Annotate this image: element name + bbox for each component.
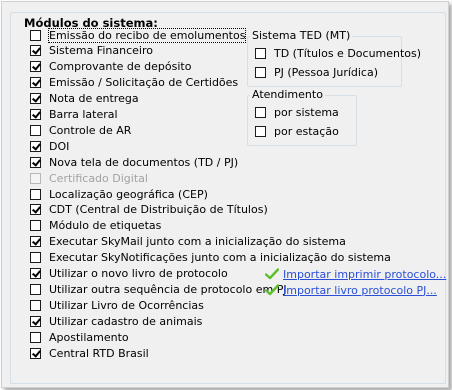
green-check-icon (265, 284, 279, 296)
module-label: Utilizar outra sequência de protocolo em… (49, 282, 287, 296)
module-option[interactable]: Sistema Financeiro (30, 44, 153, 58)
module-option[interactable]: Utilizar Livro de Ocorrências (30, 298, 204, 312)
por-sistema-checkbox[interactable] (255, 106, 266, 118)
module-option[interactable]: Executar SkyMail junto com a inicializaç… (30, 235, 346, 249)
module-checkbox[interactable] (30, 252, 41, 264)
module-checkbox[interactable] (30, 220, 41, 232)
ted-groupbox: Sistema TED (MT) TD (Títulos e Documento… (247, 29, 421, 87)
module-option[interactable]: Executar SkyNotificações junto com a ini… (30, 251, 391, 265)
module-label: Barra lateral (49, 108, 118, 121)
module-label: Certificado Digital (49, 171, 148, 185)
module-checkbox[interactable] (30, 61, 41, 73)
module-option[interactable]: Central RTD Brasil (30, 346, 149, 360)
module-label: Nota de entrega (49, 92, 139, 106)
atendimento-por-sistema-option[interactable]: por sistema (255, 105, 339, 119)
module-label: DOI (49, 139, 70, 153)
module-label: Controle de AR (49, 123, 132, 137)
module-checkbox[interactable] (30, 315, 41, 327)
module-option[interactable]: DOI (30, 139, 69, 153)
module-label: Utilizar o novo livro de protocolo (49, 267, 228, 280)
module-checkbox[interactable] (30, 188, 41, 200)
import-pj-protocol-link[interactable]: Importar livro protocolo PJ... (283, 284, 437, 297)
module-checkbox[interactable] (30, 268, 41, 279)
module-label: Emissão do recibo de emolumentos (47, 27, 247, 43)
module-checkbox[interactable] (30, 109, 41, 120)
module-option[interactable]: Localização geográfica (CEP) (30, 187, 208, 201)
module-checkbox[interactable] (30, 236, 41, 248)
atendimento-por-estacao-option[interactable]: por estação (255, 124, 339, 138)
ted-pj-option[interactable]: PJ (Pessoa Jurídica) (255, 65, 378, 79)
module-label: Módulo de etiquetas (49, 219, 162, 233)
module-checkbox[interactable] (30, 156, 41, 168)
module-option[interactable]: Barra lateral (30, 108, 118, 122)
module-checkbox[interactable] (30, 140, 41, 152)
module-option[interactable]: Utilizar o novo livro de protocolo (30, 267, 228, 281)
module-checkbox[interactable] (30, 77, 41, 89)
module-checkbox (30, 172, 41, 184)
module-option[interactable]: CDT (Central de Distribuição de Títulos) (30, 203, 268, 217)
por-estacao-label: por estação (274, 124, 339, 138)
module-option[interactable]: Nota de entrega (30, 92, 139, 106)
module-label: Executar SkyNotificações junto com a ini… (49, 251, 391, 265)
green-check-icon (265, 268, 279, 280)
atendimento-group-title: Atendimento (250, 88, 325, 101)
module-checkbox[interactable] (30, 331, 41, 343)
import-print-protocol-link[interactable]: Importar imprimir protocolo... (283, 268, 446, 281)
module-label: Utilizar cadastro de animais (49, 314, 203, 328)
module-checkbox[interactable] (30, 347, 41, 359)
ted-td-checkbox[interactable] (255, 47, 266, 59)
module-label: CDT (Central de Distribuição de Títulos) (49, 203, 268, 217)
module-label: Utilizar Livro de Ocorrências (49, 298, 204, 312)
module-label: Emissão / Solicitação de Certidões (49, 76, 239, 90)
import-pj-protocol-row: Importar livro protocolo PJ... (265, 283, 437, 297)
module-label: Sistema Financeiro (49, 44, 153, 58)
settings-panel: Módulos do sistema: Emissão do recibo de… (1, 1, 449, 388)
module-option[interactable]: Comprovante de depósito (30, 60, 191, 74)
module-label: Apostilamento (49, 330, 129, 344)
module-option[interactable]: Emissão / Solicitação de Certidões (30, 76, 238, 90)
module-option[interactable]: Nova tela de documentos (TD / PJ) (30, 155, 238, 169)
por-sistema-label: por sistema (274, 105, 339, 119)
ted-td-label: TD (Títulos e Documentos) (274, 46, 422, 60)
module-label: Central RTD Brasil (49, 346, 149, 360)
module-checkbox[interactable] (30, 29, 41, 41)
ted-group-title: Sistema TED (MT) (250, 29, 353, 42)
module-checkbox[interactable] (30, 299, 41, 311)
module-option[interactable]: Apostilamento (30, 330, 129, 344)
module-option[interactable]: Emissão do recibo de emolumentos (30, 27, 247, 43)
module-label: Comprovante de depósito (49, 60, 192, 74)
module-checkbox[interactable] (30, 124, 41, 136)
module-checkbox[interactable] (30, 93, 41, 105)
module-option: Certificado Digital (30, 171, 148, 185)
import-print-protocol-row: Importar imprimir protocolo... (265, 267, 446, 281)
ted-td-option[interactable]: TD (Títulos e Documentos) (255, 46, 421, 60)
module-checkbox[interactable] (30, 45, 41, 57)
ted-pj-label: PJ (Pessoa Jurídica) (274, 65, 379, 79)
por-estacao-checkbox[interactable] (255, 125, 266, 137)
module-checkbox[interactable] (30, 283, 41, 295)
module-label: Nova tela de documentos (TD / PJ) (49, 155, 239, 169)
module-label: Executar SkyMail junto com a inicializaç… (49, 235, 346, 249)
ted-pj-checkbox[interactable] (255, 66, 266, 78)
module-label: Localização geográfica (CEP) (49, 187, 208, 201)
module-option[interactable]: Utilizar outra sequência de protocolo em… (30, 282, 287, 296)
atendimento-groupbox: Atendimento por sistema por estação (247, 88, 357, 146)
modules-groupbox: Módulos do sistema: Emissão do recibo de… (10, 12, 446, 384)
module-option[interactable]: Controle de AR (30, 123, 131, 137)
module-checkbox[interactable] (30, 204, 41, 216)
module-option[interactable]: Módulo de etiquetas (30, 219, 161, 233)
module-option[interactable]: Utilizar cadastro de animais (30, 314, 202, 328)
